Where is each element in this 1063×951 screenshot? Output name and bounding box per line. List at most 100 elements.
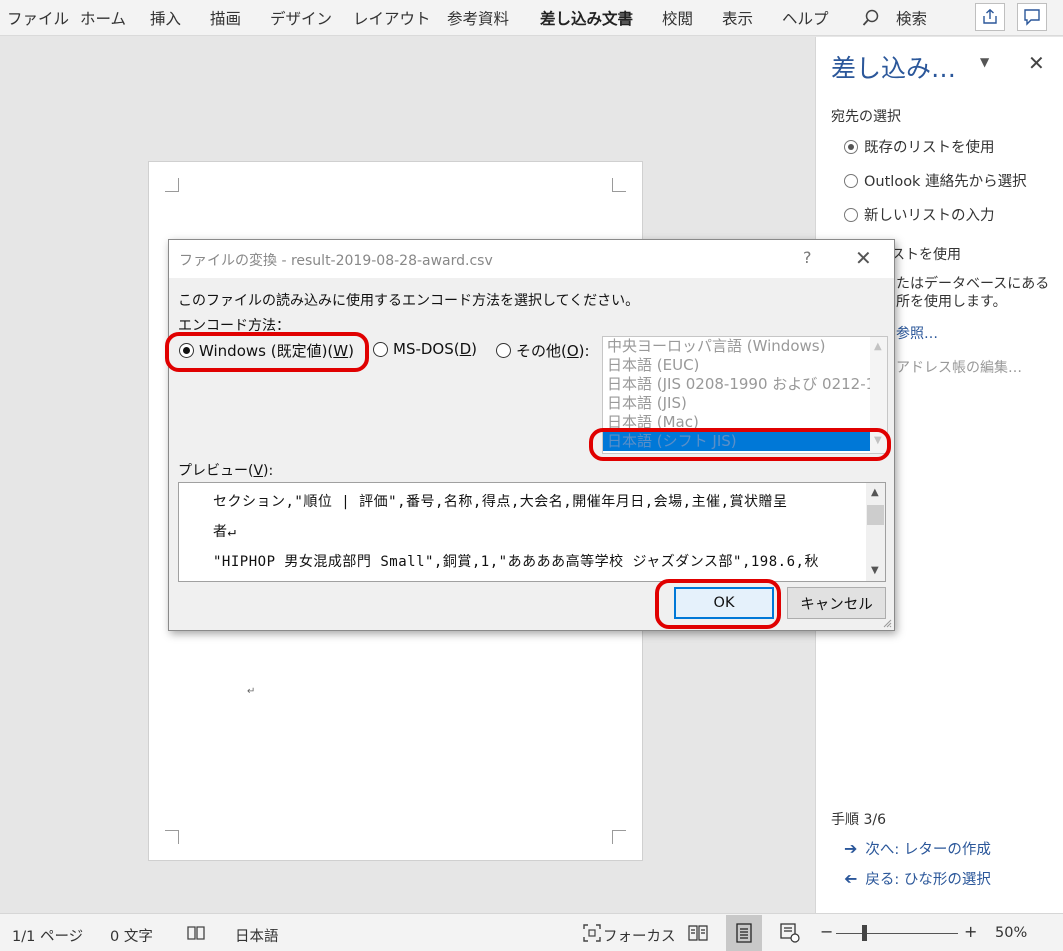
- tab-design[interactable]: デザイン: [270, 7, 332, 29]
- tab-references[interactable]: 参考資料: [447, 7, 509, 29]
- previous-step-label: 戻る: ひな形の選択: [865, 872, 991, 888]
- preview-line: セクション,"順位 | 評価",番号,名称,得点,大会名,開催年月日,会場,主催…: [213, 494, 788, 510]
- browse-link[interactable]: 参照…: [896, 323, 938, 343]
- read-mode-icon: [688, 925, 708, 941]
- comments-button[interactable]: [1017, 3, 1047, 31]
- option-label: 新しいリストの入力: [864, 208, 995, 224]
- focus-icon: [583, 924, 601, 942]
- dialog-titlebar: ファイルの変換 - result-2019-08-28-award.csv ? …: [169, 240, 894, 278]
- preview-line: 者↵: [213, 524, 237, 540]
- pane-title: 差し込み…: [831, 54, 957, 83]
- scrollbar-thumb[interactable]: [867, 505, 884, 525]
- pane-options-dropdown-icon[interactable]: ▼: [980, 55, 989, 69]
- radio-button-icon: [373, 341, 388, 357]
- previous-step-link[interactable]: ➔ 戻る: ひな形の選択: [844, 868, 991, 889]
- zoom-slider-track[interactable]: [836, 933, 958, 934]
- tab-file[interactable]: ファイル: [7, 7, 69, 29]
- preview-label: プレビュー(V):: [178, 460, 273, 480]
- section-use-existing-list: ストを使用: [891, 247, 961, 263]
- option-new-list[interactable]: 新しいリストの入力: [844, 204, 995, 225]
- web-layout-button[interactable]: [772, 915, 808, 951]
- search-icon[interactable]: [862, 9, 880, 27]
- arrow-left-icon: ➔: [844, 869, 858, 888]
- zoom-out-button[interactable]: −: [820, 922, 833, 941]
- next-step-link[interactable]: ➔ 次へ: レターの作成: [844, 838, 991, 859]
- resize-grip-icon[interactable]: [882, 618, 892, 628]
- web-layout-icon: [780, 923, 800, 943]
- section-select-recipients: 宛先の選択: [831, 109, 901, 125]
- tab-view[interactable]: 表示: [722, 7, 753, 29]
- word-count[interactable]: 0 文字: [110, 925, 153, 946]
- zoom-slider-thumb[interactable]: [862, 925, 867, 941]
- annotation-highlight-ok: [655, 579, 781, 629]
- accelerator-key: D: [459, 340, 472, 358]
- encoding-list-item[interactable]: 日本語 (JIS 0208-1990 および 0212-1: [603, 375, 887, 394]
- radio-button-icon: [844, 207, 858, 222]
- status-bar: 1/1 ページ 0 文字 日本語 フォーカス − + 50%: [0, 913, 1063, 951]
- read-mode-button[interactable]: [680, 915, 716, 951]
- next-step-label: 次へ: レターの作成: [865, 842, 991, 858]
- focus-mode-button[interactable]: フォーカス: [603, 925, 676, 946]
- description-line-1: たはデータベースにある: [896, 276, 1050, 292]
- annotation-highlight-windows: [165, 332, 369, 372]
- accelerator-key: O: [566, 341, 579, 360]
- preview-label-text: プレビュー(: [178, 463, 254, 479]
- print-layout-icon: [736, 923, 752, 943]
- encoding-list-item[interactable]: 日本語 (EUC): [603, 356, 887, 375]
- radio-button-icon: [844, 173, 858, 188]
- proofing-book-icon[interactable]: [187, 925, 205, 941]
- tab-layout[interactable]: レイアウト: [353, 7, 431, 29]
- scroll-up-icon[interactable]: ▲: [871, 487, 879, 498]
- zoom-in-button[interactable]: +: [964, 922, 977, 941]
- page-count[interactable]: 1/1 ページ: [12, 925, 83, 946]
- option-label: 既存のリストを使用: [864, 140, 995, 156]
- language-indicator[interactable]: 日本語: [235, 925, 279, 946]
- option-use-existing-list[interactable]: 既存のリストを使用: [844, 136, 995, 157]
- radio-msdos-label: MS-DOS(: [393, 340, 460, 358]
- tab-home[interactable]: ホーム: [80, 7, 126, 29]
- dialog-title: ファイルの変換 - result-2019-08-28-award.csv: [179, 253, 493, 269]
- instruction-text: このファイルの読み込みに使用するエンコード方法を選択してください。: [178, 293, 640, 309]
- encoding-list-item[interactable]: 日本語 (JIS): [603, 394, 887, 413]
- tab-insert[interactable]: 挿入: [150, 7, 181, 29]
- label-suffix: ):: [263, 463, 274, 479]
- print-layout-button[interactable]: [726, 915, 762, 951]
- cancel-button[interactable]: キャンセル: [787, 587, 886, 619]
- zoom-level[interactable]: 50%: [995, 925, 1027, 941]
- close-icon[interactable]: ✕: [855, 246, 872, 270]
- margin-corner-bottom-right: [612, 830, 626, 844]
- share-button[interactable]: [975, 3, 1005, 31]
- margin-corner-bottom-left: [165, 830, 179, 844]
- pane-close-icon[interactable]: ✕: [1028, 51, 1045, 75]
- encoding-list-item[interactable]: 中央ヨーロッパ言語 (Windows): [603, 337, 887, 356]
- search-label[interactable]: 検索: [896, 7, 927, 29]
- radio-other[interactable]: その他(O):: [496, 340, 590, 361]
- paragraph-mark: ↵: [247, 686, 256, 697]
- share-icon: [983, 8, 997, 24]
- accelerator-key: V: [253, 463, 264, 479]
- label-suffix: ):: [578, 341, 590, 360]
- description-line-2: 所を使用します。: [896, 294, 1007, 310]
- tab-draw[interactable]: 描画: [210, 7, 241, 29]
- option-outlook-contacts[interactable]: Outlook 連絡先から選択: [844, 170, 1027, 191]
- preview-line: "HIPHOP 男女混成部門 Small",銅賞,1,"ああああ高等学校 ジャズ…: [213, 554, 819, 570]
- label-suffix: ): [471, 340, 478, 358]
- margin-corner-top-left: [165, 178, 179, 192]
- edit-address-book-link[interactable]: アドレス帳の編集…: [896, 357, 1022, 377]
- scroll-down-icon[interactable]: ▼: [871, 565, 879, 576]
- tab-review[interactable]: 校閲: [662, 7, 693, 29]
- scroll-up-icon[interactable]: ▲: [874, 341, 882, 352]
- tab-mailings[interactable]: 差し込み文書: [540, 7, 633, 29]
- ribbon-tab-bar: ファイル ホーム 挿入 描画 デザイン レイアウト 参考資料 差し込み文書 校閲…: [0, 0, 1063, 36]
- step-indicator: 手順 3/6: [831, 812, 886, 828]
- arrow-right-icon: ➔: [844, 839, 858, 858]
- option-label: Outlook 連絡先から選択: [864, 174, 1027, 190]
- annotation-highlight-shift-jis: [589, 428, 891, 461]
- comment-icon: [1024, 9, 1040, 26]
- radio-button-icon: [844, 139, 858, 154]
- help-button[interactable]: ?: [803, 248, 812, 267]
- radio-msdos[interactable]: MS-DOS(D): [373, 340, 477, 358]
- tab-help[interactable]: ヘルプ: [782, 7, 829, 29]
- preview-scrollbar[interactable]: ▲ ▼: [866, 483, 885, 581]
- preview-box[interactable]: セクション,"順位 | 評価",番号,名称,得点,大会名,開催年月日,会場,主催…: [178, 482, 886, 582]
